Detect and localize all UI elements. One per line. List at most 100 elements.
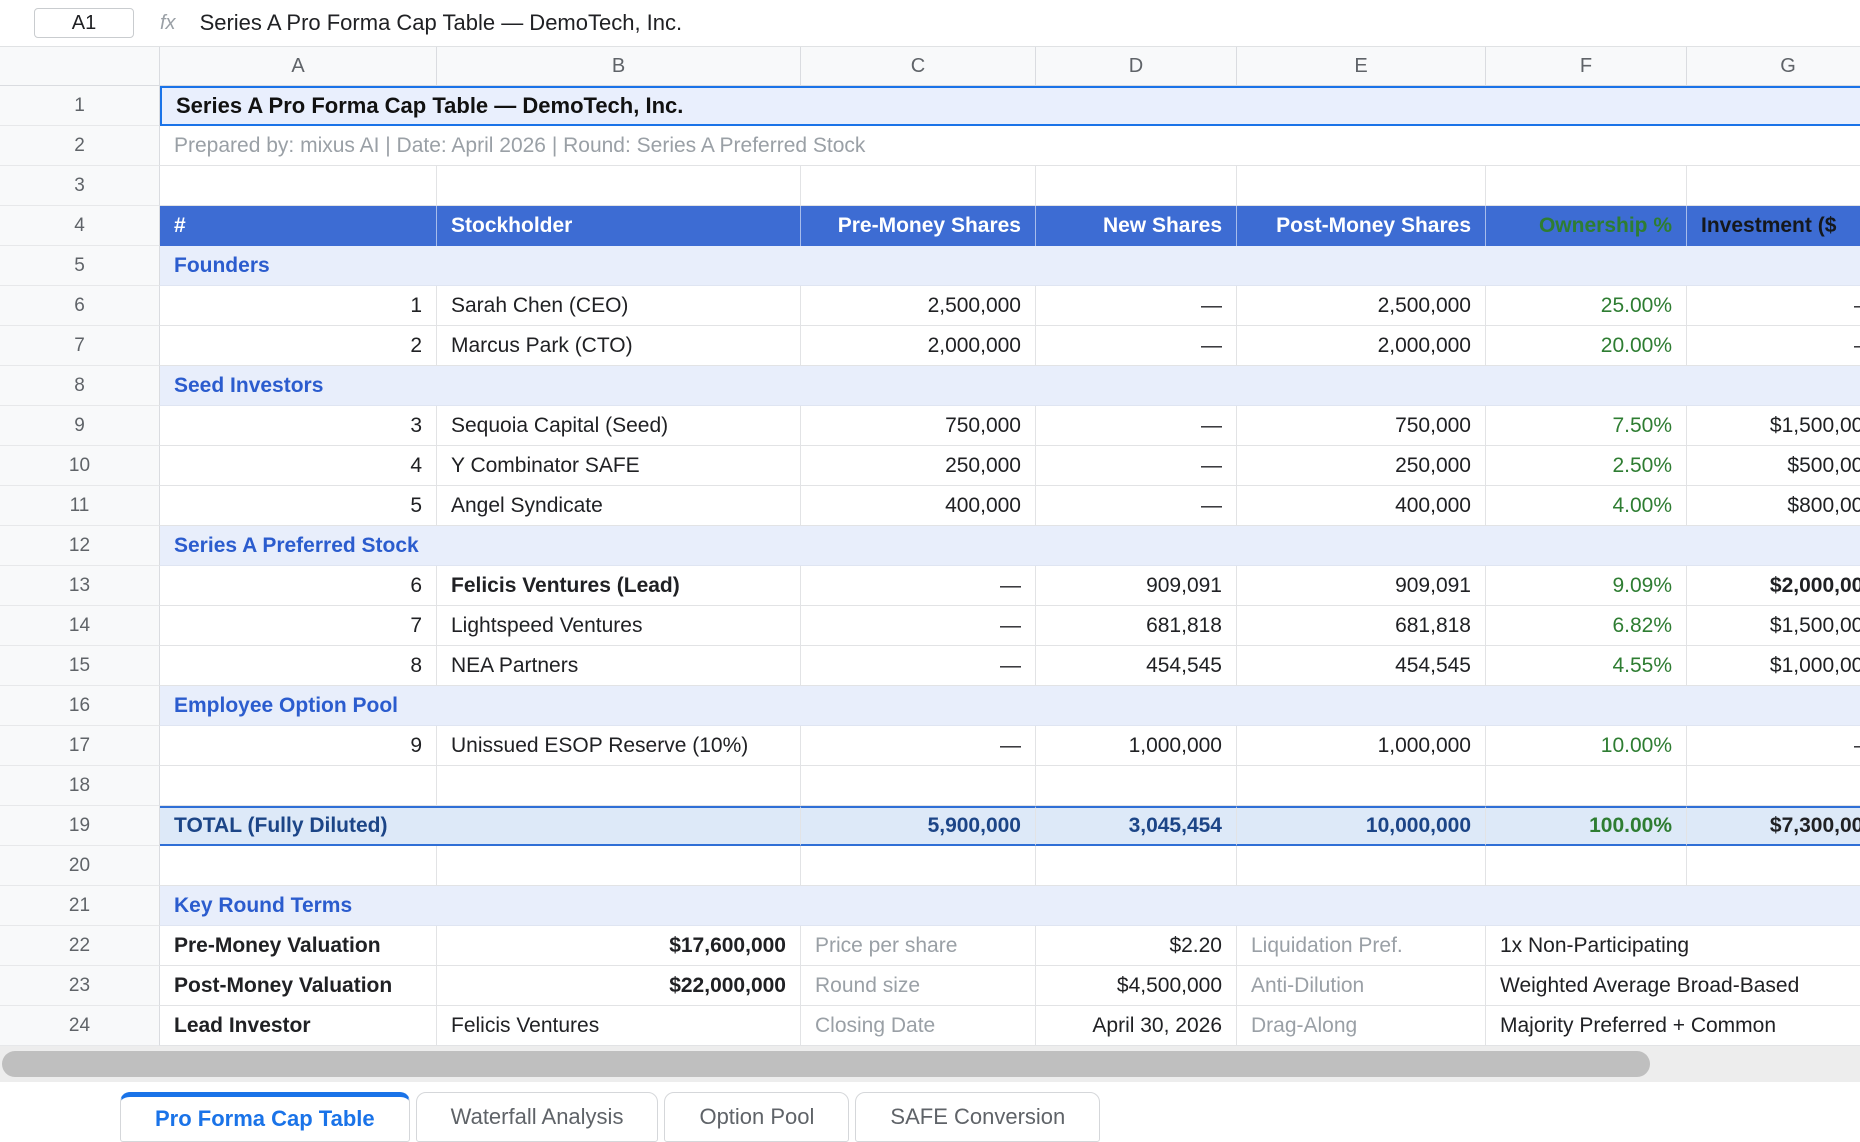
row-number[interactable]: 5	[0, 246, 160, 286]
cell-A23[interactable]: Post-Money Valuation	[160, 966, 437, 1006]
cell-F15[interactable]: 4.55%	[1486, 646, 1687, 686]
cell-E24[interactable]: Drag-Along	[1237, 1006, 1486, 1046]
row-number[interactable]: 22	[0, 926, 160, 966]
cell-G20[interactable]	[1687, 846, 1860, 886]
cell-D14[interactable]: 681,818	[1036, 606, 1237, 646]
cell-G3[interactable]	[1687, 166, 1860, 206]
row-number[interactable]: 4	[0, 206, 160, 246]
cell-E7[interactable]: 2,000,000	[1237, 326, 1486, 366]
cell-C15[interactable]: —	[801, 646, 1036, 686]
cell-A17[interactable]: 9	[160, 726, 437, 766]
cell-D23[interactable]: $4,500,000	[1036, 966, 1237, 1006]
cell-C14[interactable]: —	[801, 606, 1036, 646]
row-number[interactable]: 24	[0, 1006, 160, 1046]
cell-D15[interactable]: 454,545	[1036, 646, 1237, 686]
cell-B20[interactable]	[437, 846, 801, 886]
cell-G14[interactable]: $1,500,000	[1687, 606, 1860, 646]
cell-E15[interactable]: 454,545	[1237, 646, 1486, 686]
select-all-corner[interactable]	[0, 47, 160, 85]
scrollbar-thumb[interactable]	[2, 1051, 1650, 1077]
cell-C19[interactable]: 5,900,000	[801, 806, 1036, 846]
cell-B17[interactable]: Unissued ESOP Reserve (10%)	[437, 726, 801, 766]
cell-A2[interactable]: Prepared by: mixus AI | Date: April 2026…	[160, 126, 1860, 166]
cell-E20[interactable]	[1237, 846, 1486, 886]
cell-E14[interactable]: 681,818	[1237, 606, 1486, 646]
cell-F18[interactable]	[1486, 766, 1687, 806]
cell-A24[interactable]: Lead Investor	[160, 1006, 437, 1046]
column-header-E[interactable]: E	[1237, 47, 1486, 85]
cell-F14[interactable]: 6.82%	[1486, 606, 1687, 646]
cell-A21[interactable]: Key Round Terms	[160, 886, 1860, 926]
cell-B23[interactable]: $22,000,000	[437, 966, 801, 1006]
cell-G17[interactable]: —	[1687, 726, 1860, 766]
cell-F4[interactable]: Ownership %	[1486, 206, 1687, 246]
row-number[interactable]: 1	[0, 86, 160, 126]
cell-B9[interactable]: Sequoia Capital (Seed)	[437, 406, 801, 446]
cell-C9[interactable]: 750,000	[801, 406, 1036, 446]
column-header-B[interactable]: B	[437, 47, 801, 85]
row-number[interactable]: 23	[0, 966, 160, 1006]
cell-A3[interactable]	[160, 166, 437, 206]
cell-C17[interactable]: —	[801, 726, 1036, 766]
cell-E22[interactable]: Liquidation Pref.	[1237, 926, 1486, 966]
cell-E18[interactable]	[1237, 766, 1486, 806]
cell-G9[interactable]: $1,500,000	[1687, 406, 1860, 446]
cell-A8[interactable]: Seed Investors	[160, 366, 1860, 406]
row-number[interactable]: 15	[0, 646, 160, 686]
cell-G10[interactable]: $500,000	[1687, 446, 1860, 486]
cell-A9[interactable]: 3	[160, 406, 437, 446]
cell-G6[interactable]: —	[1687, 286, 1860, 326]
cell-E11[interactable]: 400,000	[1237, 486, 1486, 526]
cell-G4[interactable]: Investment ($	[1687, 206, 1860, 246]
row-number[interactable]: 10	[0, 446, 160, 486]
cell-F22[interactable]: 1x Non-Participating	[1486, 926, 1860, 966]
cell-C10[interactable]: 250,000	[801, 446, 1036, 486]
row-number[interactable]: 20	[0, 846, 160, 886]
cell-D6[interactable]: —	[1036, 286, 1237, 326]
cell-F11[interactable]: 4.00%	[1486, 486, 1687, 526]
cell-B15[interactable]: NEA Partners	[437, 646, 801, 686]
cell-A13[interactable]: 6	[160, 566, 437, 606]
cell-D20[interactable]	[1036, 846, 1237, 886]
cell-B6[interactable]: Sarah Chen (CEO)	[437, 286, 801, 326]
row-number[interactable]: 7	[0, 326, 160, 366]
row-number[interactable]: 6	[0, 286, 160, 326]
cell-C22[interactable]: Price per share	[801, 926, 1036, 966]
cell-D10[interactable]: —	[1036, 446, 1237, 486]
cell-A6[interactable]: 1	[160, 286, 437, 326]
tab-safe-conversion[interactable]: SAFE Conversion	[855, 1092, 1100, 1142]
cell-B18[interactable]	[437, 766, 801, 806]
column-header-D[interactable]: D	[1036, 47, 1237, 85]
row-number[interactable]: 8	[0, 366, 160, 406]
cell-G15[interactable]: $1,000,000	[1687, 646, 1860, 686]
cell-C24[interactable]: Closing Date	[801, 1006, 1036, 1046]
cell-E4[interactable]: Post-Money Shares	[1237, 206, 1486, 246]
horizontal-scrollbar[interactable]	[0, 1046, 1860, 1082]
tab-waterfall-analysis[interactable]: Waterfall Analysis	[416, 1092, 659, 1142]
row-number[interactable]: 21	[0, 886, 160, 926]
cell-D18[interactable]	[1036, 766, 1237, 806]
cell-F9[interactable]: 7.50%	[1486, 406, 1687, 446]
cell-B7[interactable]: Marcus Park (CTO)	[437, 326, 801, 366]
cell-C18[interactable]	[801, 766, 1036, 806]
cell-C13[interactable]: —	[801, 566, 1036, 606]
row-number[interactable]: 2	[0, 126, 160, 166]
cell-A20[interactable]	[160, 846, 437, 886]
row-number[interactable]: 9	[0, 406, 160, 446]
column-header-C[interactable]: C	[801, 47, 1036, 85]
cell-A19[interactable]: TOTAL (Fully Diluted)	[160, 806, 801, 846]
cell-A10[interactable]: 4	[160, 446, 437, 486]
cell-G7[interactable]: —	[1687, 326, 1860, 366]
tab-option-pool[interactable]: Option Pool	[664, 1092, 849, 1142]
cell-G11[interactable]: $800,000	[1687, 486, 1860, 526]
cell-E10[interactable]: 250,000	[1237, 446, 1486, 486]
cell-F6[interactable]: 25.00%	[1486, 286, 1687, 326]
column-header-G[interactable]: G	[1687, 47, 1860, 85]
formula-input[interactable]: Series A Pro Forma Cap Table — DemoTech,…	[200, 10, 683, 36]
cell-F10[interactable]: 2.50%	[1486, 446, 1687, 486]
cell-A1[interactable]: Series A Pro Forma Cap Table — DemoTech,…	[160, 86, 1860, 126]
tab-pro-forma-cap-table[interactable]: Pro Forma Cap Table	[120, 1092, 410, 1142]
column-header-F[interactable]: F	[1486, 47, 1687, 85]
cell-B13[interactable]: Felicis Ventures (Lead)	[437, 566, 801, 606]
cell-A22[interactable]: Pre-Money Valuation	[160, 926, 437, 966]
